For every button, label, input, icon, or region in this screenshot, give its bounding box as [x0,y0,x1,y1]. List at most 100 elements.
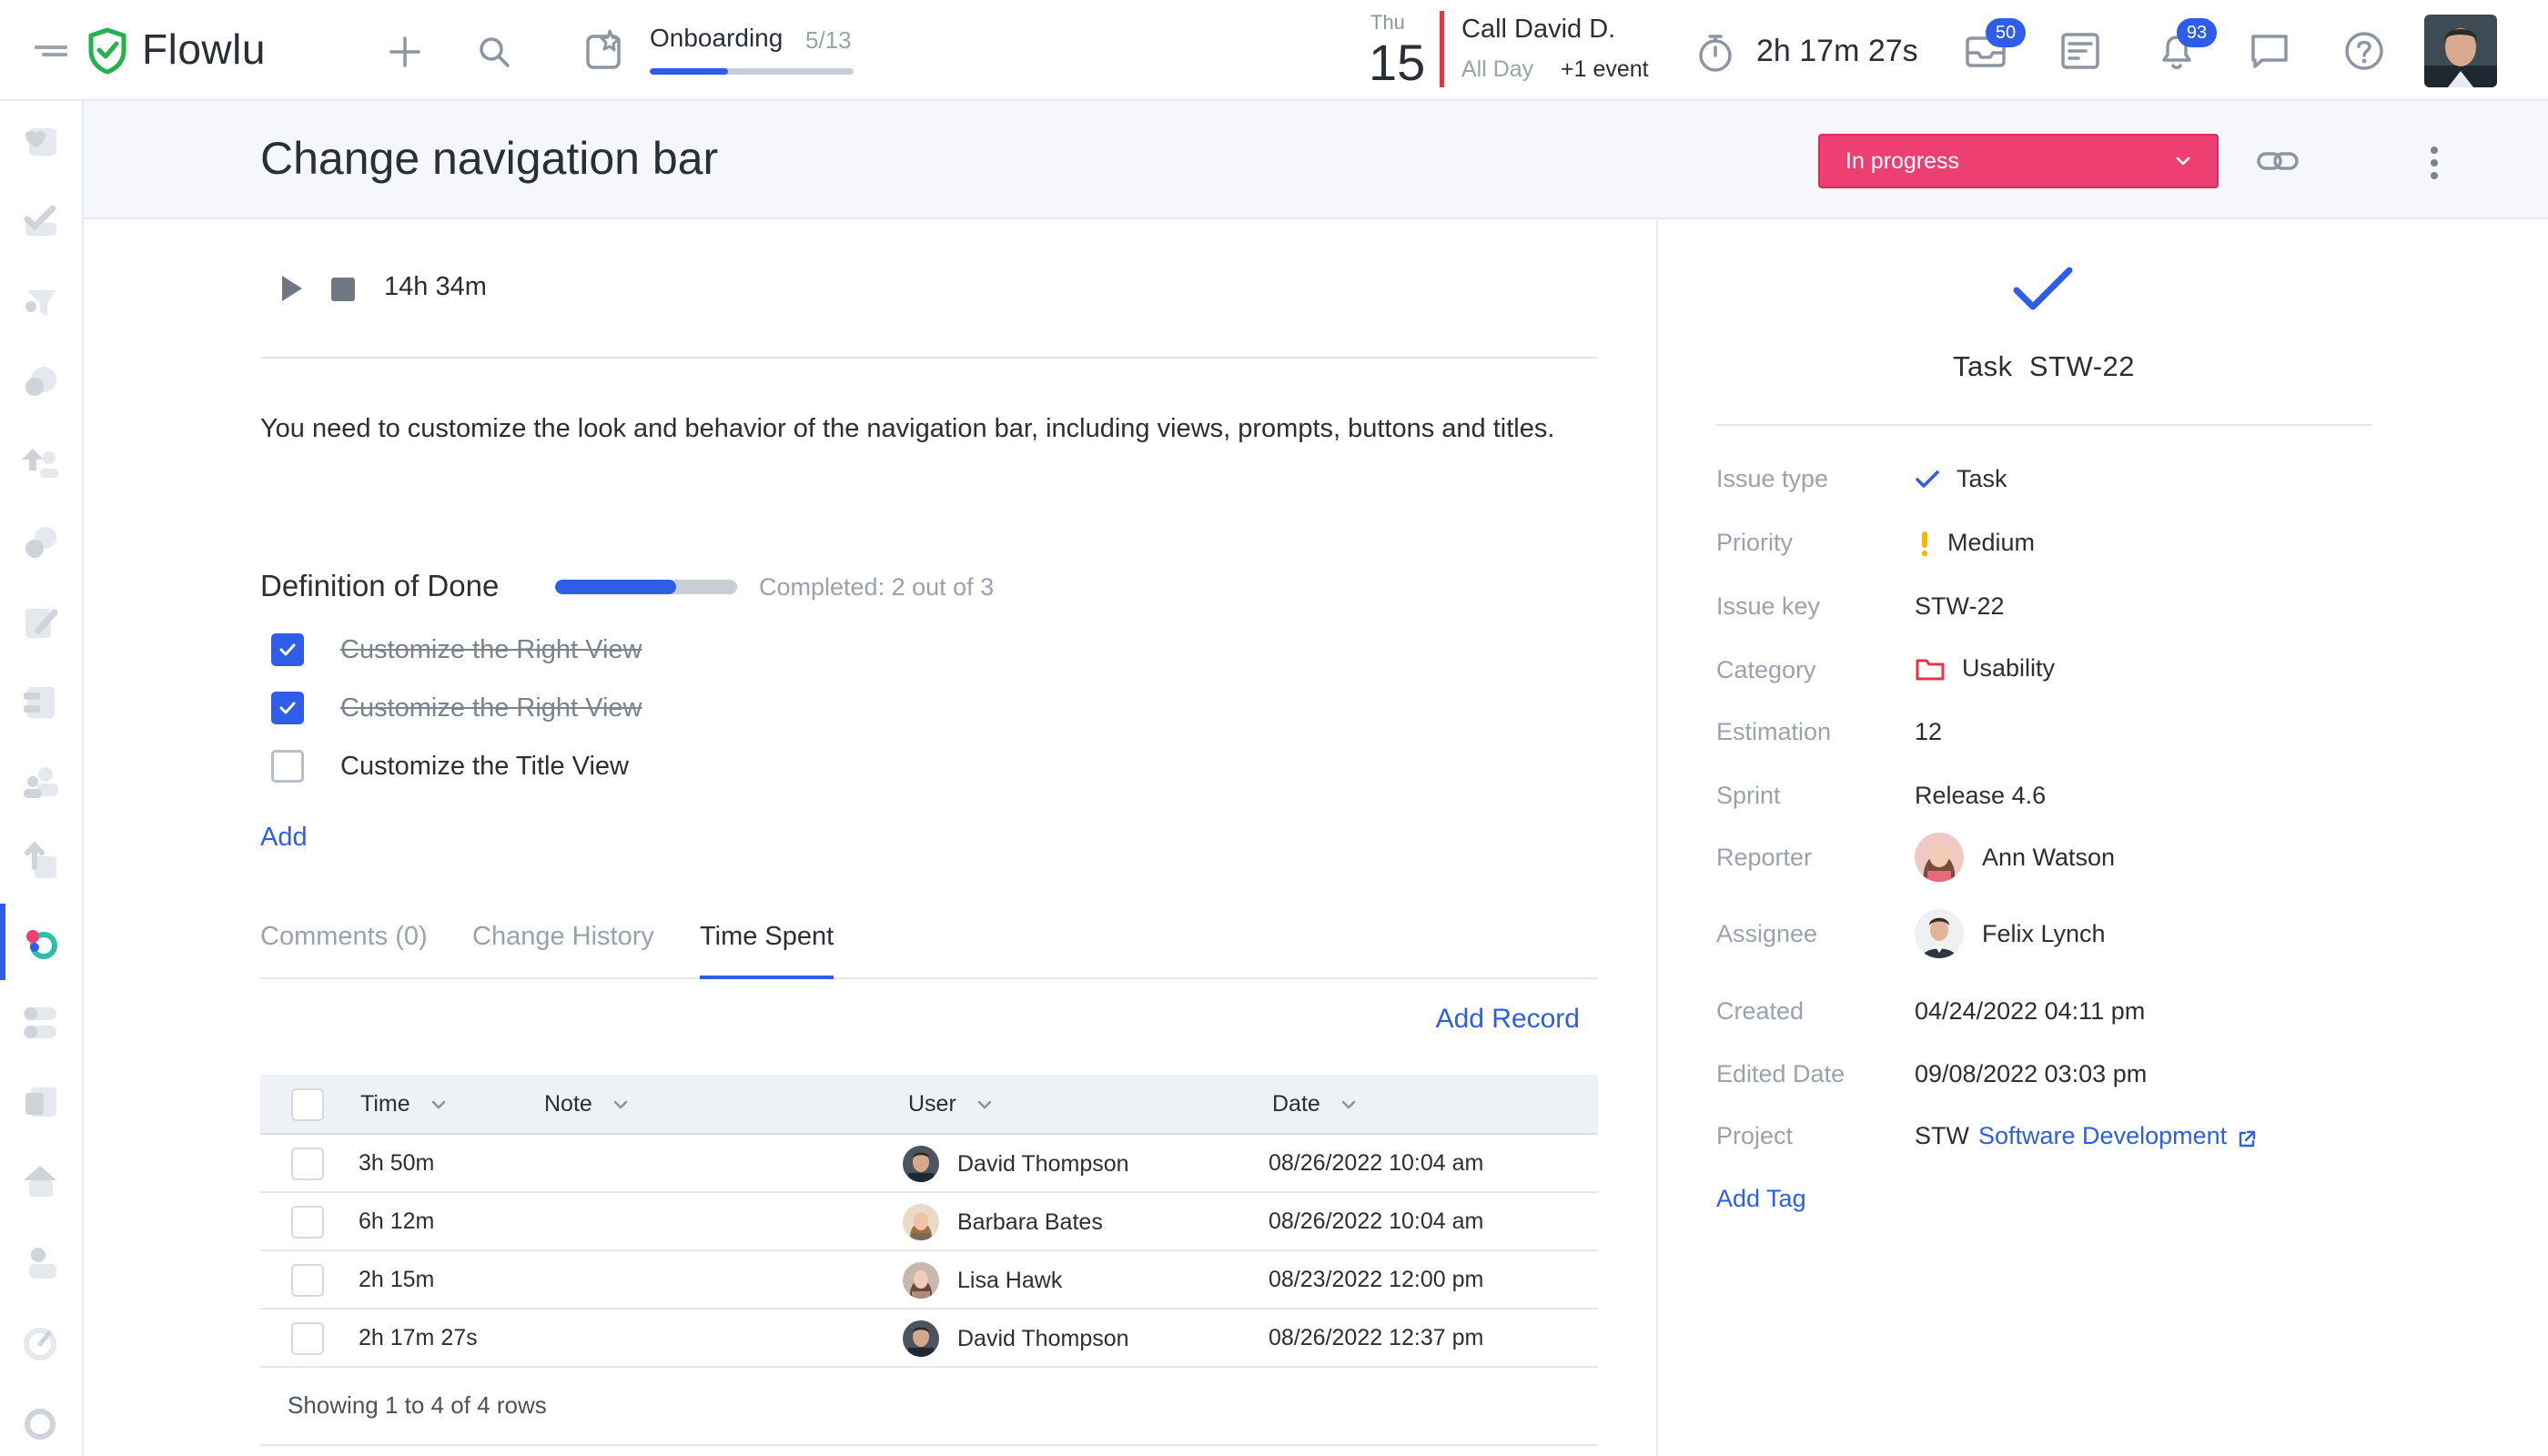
notifications-button[interactable]: 93 [2155,18,2217,73]
add-tag-link[interactable]: Add Tag [1716,1185,1806,1213]
tab-time-spent[interactable]: Time Spent [700,914,834,979]
rail-home-icon[interactable] [18,1160,64,1206]
help-icon[interactable] [2342,29,2386,73]
column-note[interactable]: Note [544,1091,629,1117]
rail-kanban-icon[interactable] [18,680,64,725]
stop-timer-icon[interactable] [331,278,355,301]
add-checklist-item-link[interactable]: Add [260,823,308,853]
menu-icon[interactable] [35,44,67,58]
search-icon[interactable] [477,35,511,69]
column-date[interactable]: Date [1272,1091,1357,1117]
task-description[interactable]: You need to customize the look and behav… [260,410,1598,447]
avatar-lisa-icon [903,1262,939,1299]
rail-chat-icon[interactable] [18,359,64,405]
notes-icon[interactable] [2058,29,2102,73]
property-label: Reporter [1716,844,1813,871]
timer-value[interactable]: 2h 17m 27s [1756,34,1918,69]
project-link[interactable]: Software Development [1978,1122,2227,1150]
calendar-day[interactable]: 15 [1369,33,1425,92]
column-time[interactable]: Time [360,1091,447,1117]
stopwatch-icon[interactable] [1696,33,1734,73]
tab-change-history[interactable]: Change History [472,914,654,979]
property-label: Issue type [1716,465,1829,492]
project-code: STW [1915,1122,1969,1149]
property-label: Edited Date [1716,1060,1845,1087]
checklist-item[interactable]: Customize the Title View [271,748,629,784]
user-avatar[interactable] [2424,15,2497,87]
row-time: 2h 15m [359,1267,435,1292]
rail-docs-icon[interactable] [18,600,64,645]
priority-value[interactable]: Medium [1915,529,2035,557]
checklist-checkbox[interactable] [271,633,304,666]
tab-comments[interactable]: Comments (0) [260,914,428,979]
row-checkbox[interactable] [291,1322,324,1355]
table-row[interactable]: 6h 12m Barbara Bates 08/26/2022 10:04 am [260,1193,1598,1251]
inbox-button[interactable]: 50 [1964,18,2026,73]
estimation-value[interactable]: 12 [1915,718,1942,746]
select-all-checkbox[interactable] [291,1088,324,1121]
property-label: Created [1716,997,1805,1025]
play-timer-icon[interactable] [278,274,304,303]
plus-icon[interactable] [388,35,422,69]
row-checkbox[interactable] [291,1206,324,1239]
app-name[interactable]: Flowlu [142,25,266,74]
task-title[interactable]: Change navigation bar [260,132,718,185]
reporter-value[interactable]: Ann Watson [1915,833,2115,882]
rail-settings-icon[interactable] [18,1400,64,1446]
user-name: Barbara Bates [957,1208,1103,1235]
sprint-value[interactable]: Release 4.6 [1915,782,2046,810]
row-user: David Thompson [903,1146,1129,1182]
rail-funnel-icon[interactable] [18,279,64,325]
rail-contacts-icon[interactable] [18,1240,64,1286]
time-total: 14h 34m [384,272,487,301]
rail-upload-icon[interactable] [18,440,64,485]
table-row[interactable]: 2h 17m 27s David Thompson 08/26/2022 12:… [260,1309,1598,1368]
row-checkbox[interactable] [291,1148,324,1180]
property-label: Assignee [1716,920,1818,947]
rail-timer-icon[interactable] [18,1320,64,1366]
table-header: Time Note User Date [260,1075,1598,1135]
checklist-item[interactable]: Customize the Right View [271,632,642,668]
rail-finance-icon[interactable] [18,520,64,565]
assignee-value[interactable]: Felix Lynch [1915,909,2106,958]
avatar-david-icon [903,1146,939,1182]
table-row[interactable]: 3h 50m David Thompson 08/26/2022 10:04 a… [260,1135,1598,1193]
rail-book-icon[interactable] [18,1080,64,1126]
task-key[interactable]: STW-22 [2029,350,2135,382]
divider [260,357,1598,359]
row-date: 08/23/2022 12:00 pm [1269,1267,1484,1292]
avatar-felix-icon [1915,909,1964,958]
table-row[interactable]: 2h 15m Lisa Hawk 08/23/2022 12:00 pm [260,1251,1598,1309]
rail-tasks-icon[interactable] [18,199,64,245]
more-options-icon[interactable] [2421,143,2448,183]
property-label: Estimation [1716,718,1832,745]
checklist-checkbox[interactable] [271,692,304,724]
status-dropdown[interactable]: In progress [1818,134,2219,188]
external-link-icon[interactable] [2236,1128,2258,1150]
project-value[interactable]: STW Software Development [1915,1122,2258,1150]
rail-favorites-icon[interactable] [18,119,64,165]
chat-icon[interactable] [2248,29,2291,73]
onboarding-icon[interactable] [582,27,628,73]
checklist-checkbox[interactable] [271,750,304,783]
rail-toggle-icon[interactable] [18,1000,64,1046]
row-checkbox[interactable] [291,1264,324,1297]
event-title[interactable]: Call David D. [1461,15,1615,45]
user-name: David Thompson [957,1325,1129,1351]
avatar-barbara-icon [903,1204,939,1240]
category-text: Usability [1962,654,2056,682]
flowlu-logo-icon[interactable] [86,27,129,75]
task-header: Change navigation bar In progress [84,101,2548,219]
add-record-link[interactable]: Add Record [1436,1004,1580,1035]
column-user[interactable]: User [908,1091,993,1117]
link-icon[interactable] [2255,143,2300,179]
rail-export-icon[interactable] [18,840,64,885]
category-value[interactable]: Usability [1915,654,2055,682]
user-photo-icon [2424,15,2497,87]
issue-type-value[interactable]: Task [1915,465,2007,493]
onboarding-title[interactable]: Onboarding [650,24,783,53]
event-more[interactable]: +1 event [1561,56,1649,83]
rail-people-icon[interactable] [18,760,64,805]
checklist-item[interactable]: Customize the Right View [271,690,642,726]
rail-agile-icon[interactable] [18,920,64,966]
